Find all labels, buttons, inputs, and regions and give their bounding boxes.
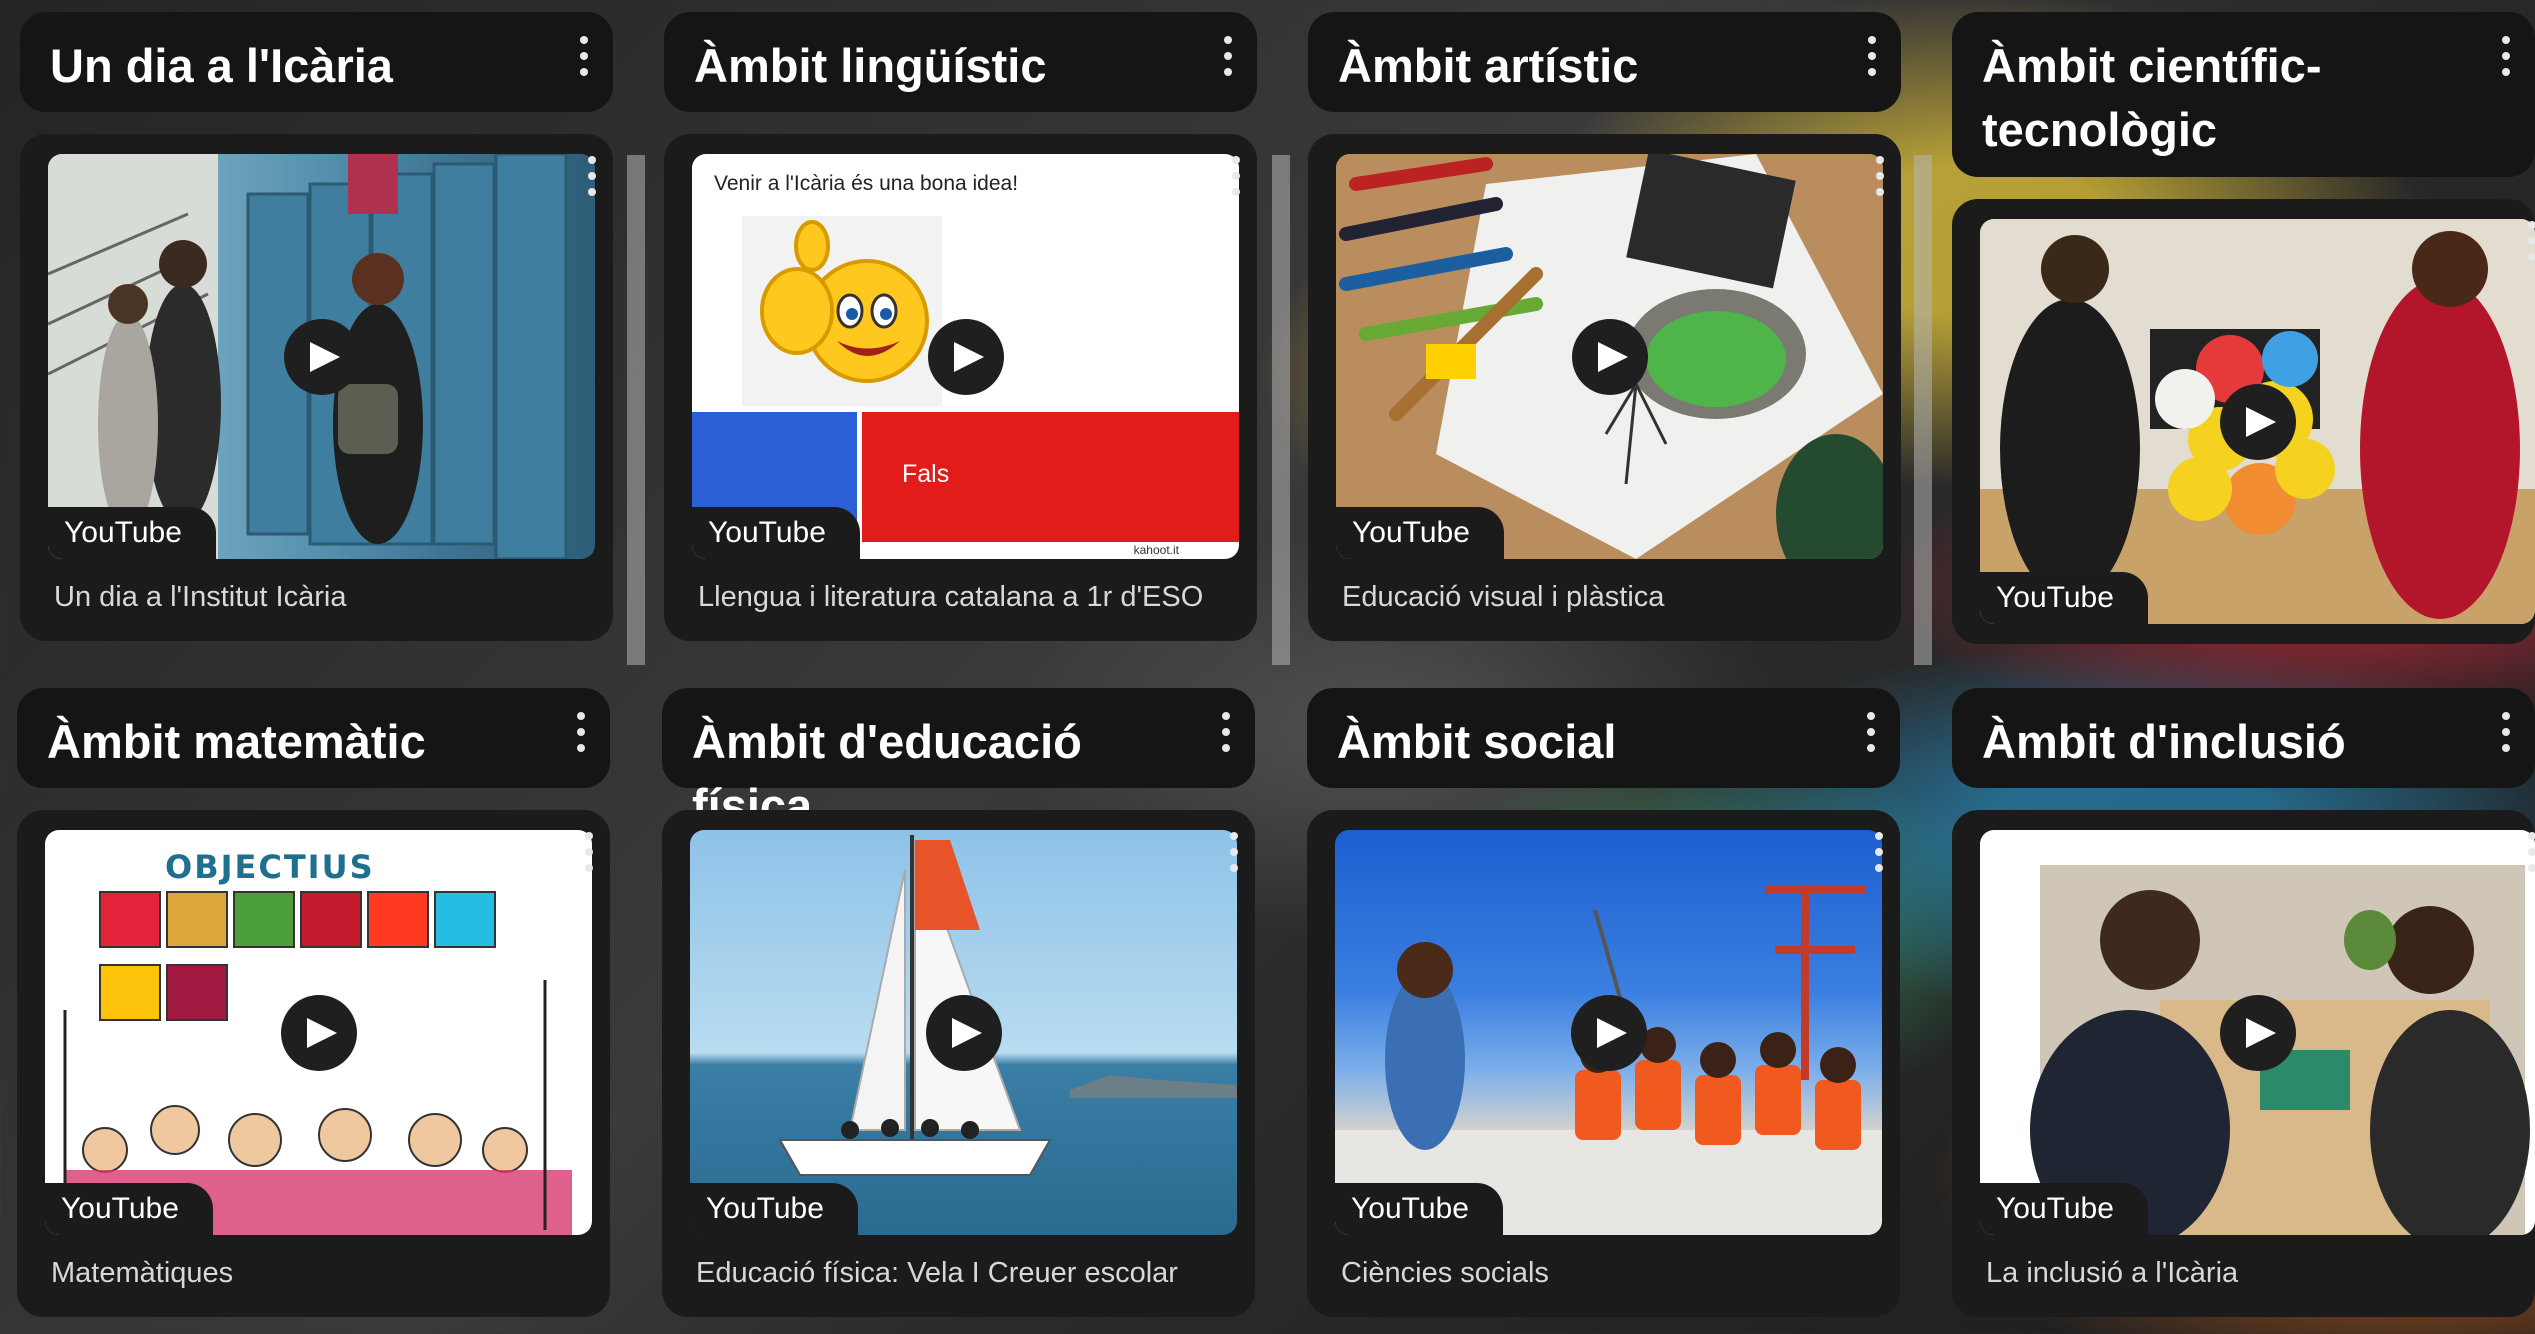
source-badge: YouTube — [690, 1183, 858, 1235]
kebab-menu-icon[interactable] — [2525, 221, 2535, 261]
section-social: Àmbit social YouTube Ciències socials — [1307, 688, 1900, 1317]
video-card[interactable]: YouTube La inclusió a l'Icària — [1952, 810, 2535, 1317]
kebab-menu-icon[interactable] — [1219, 712, 1233, 752]
video-thumbnail[interactable]: YouTube — [1336, 154, 1883, 559]
video-thumbnail[interactable]: YouTube — [1335, 830, 1882, 1235]
kebab-menu-icon[interactable] — [574, 712, 588, 752]
kebab-menu-icon[interactable] — [582, 832, 596, 872]
video-card[interactable]: YouTube — [1952, 199, 2535, 644]
play-icon[interactable] — [1571, 318, 1648, 395]
kebab-menu-icon[interactable] — [2525, 832, 2535, 872]
section-title: Àmbit científic-tecnològic — [1982, 39, 2322, 156]
section-title: Àmbit d'inclusió — [1982, 715, 2346, 768]
section-header: Àmbit d'educació física — [662, 688, 1255, 832]
play-icon[interactable] — [2219, 994, 2296, 1071]
kebab-menu-icon[interactable] — [1864, 712, 1878, 752]
section-header: Àmbit social — [1307, 688, 1900, 788]
section-linguistic: Àmbit lingüístic Venir a l'Icària és una… — [664, 12, 1257, 641]
source-badge: YouTube — [1980, 1183, 2148, 1235]
video-card[interactable]: YouTube Un dia a l'Institut Icària — [20, 134, 613, 641]
section-header: Àmbit lingüístic — [664, 12, 1257, 112]
video-card[interactable]: YouTube Educació física: Vela I Creuer e… — [662, 810, 1255, 1317]
play-icon[interactable] — [925, 994, 1002, 1071]
video-caption: La inclusió a l'Icària — [1986, 1257, 2239, 1289]
play-icon[interactable] — [280, 994, 357, 1071]
video-card[interactable]: YouTube Ciències socials — [1307, 810, 1900, 1317]
video-caption: Matemàtiques — [51, 1257, 234, 1289]
video-caption: Llengua i literatura catalana a 1r d'ESO — [698, 581, 1204, 613]
video-card[interactable]: OBJECTIUS YouTube Matemàtiques — [17, 810, 610, 1317]
video-thumbnail[interactable]: YouTube — [1980, 830, 2535, 1235]
section-header: Un dia a l'Icària — [20, 12, 613, 112]
section-educacio-fisica: Àmbit d'educació física YouTube Educació… — [662, 688, 1255, 1317]
section-matematic: Àmbit matemàtic OBJECTIUS YouTube Matemà… — [17, 688, 610, 1317]
kebab-menu-icon[interactable] — [2499, 712, 2513, 752]
padlet-board: Un dia a l'Icària YouTube Un dia a l'Ins… — [0, 0, 2535, 1334]
section-title: Àmbit artístic — [1338, 39, 1639, 92]
kebab-menu-icon[interactable] — [2499, 36, 2513, 76]
slide-header: Venir a l'Icària és una bona idea! — [714, 172, 1019, 195]
column-divider — [627, 155, 645, 665]
kebab-menu-icon[interactable] — [1873, 156, 1887, 196]
source-badge: YouTube — [48, 507, 216, 559]
section-un-dia: Un dia a l'Icària YouTube Un dia a l'Ins… — [20, 12, 613, 641]
thumbs-up-emoji — [760, 220, 929, 383]
source-badge: YouTube — [1336, 507, 1504, 559]
section-artistic: Àmbit artístic YouTube Educació visual i… — [1308, 12, 1901, 641]
kebab-menu-icon[interactable] — [577, 36, 591, 76]
section-header: Àmbit artístic — [1308, 12, 1901, 112]
section-header: Àmbit d'inclusió — [1952, 688, 2535, 788]
video-thumbnail[interactable]: YouTube — [690, 830, 1237, 1235]
kebab-menu-icon[interactable] — [1227, 832, 1241, 872]
video-caption: Un dia a l'Institut Icària — [54, 581, 347, 613]
kebab-menu-icon[interactable] — [1229, 156, 1243, 196]
play-icon[interactable] — [1570, 994, 1647, 1071]
answer-red: Fals — [862, 412, 1239, 542]
emoji-panel — [742, 216, 942, 406]
section-cientific: Àmbit científic-tecnològic YouTube — [1952, 12, 2535, 644]
slide-footer: kahoot.it — [1133, 543, 1179, 557]
section-inclusio: Àmbit d'inclusió YouTube La inclusió a l — [1952, 688, 2535, 1317]
play-icon[interactable] — [927, 318, 1004, 395]
video-caption: Educació visual i plàstica — [1342, 581, 1665, 613]
play-icon[interactable] — [2219, 383, 2296, 460]
source-badge: YouTube — [1335, 1183, 1503, 1235]
video-thumbnail[interactable]: YouTube — [1980, 219, 2535, 624]
kebab-menu-icon[interactable] — [1221, 36, 1235, 76]
answer-label: Fals — [902, 460, 950, 488]
section-title: Àmbit social — [1337, 715, 1617, 768]
kebab-menu-icon[interactable] — [1872, 832, 1886, 872]
kebab-menu-icon[interactable] — [585, 156, 599, 196]
column-divider — [1914, 155, 1932, 665]
section-title: Àmbit lingüístic — [694, 39, 1047, 92]
video-caption: Educació física: Vela I Creuer escolar — [696, 1257, 1178, 1289]
video-thumbnail[interactable]: OBJECTIUS YouTube — [45, 830, 592, 1235]
video-thumbnail[interactable]: Venir a l'Icària és una bona idea! Fals — [692, 154, 1239, 559]
section-title: Àmbit matemàtic — [47, 715, 426, 768]
source-badge: YouTube — [45, 1183, 213, 1235]
column-divider — [1272, 155, 1290, 665]
kebab-menu-icon[interactable] — [1865, 36, 1879, 76]
source-badge: YouTube — [692, 507, 860, 559]
source-badge: YouTube — [1980, 572, 2148, 624]
video-caption: Ciències socials — [1341, 1257, 1549, 1289]
section-header: Àmbit científic-tecnològic — [1952, 12, 2535, 177]
section-header: Àmbit matemàtic — [17, 688, 610, 788]
video-card[interactable]: YouTube Educació visual i plàstica — [1308, 134, 1901, 641]
section-title: Un dia a l'Icària — [50, 39, 393, 92]
video-card[interactable]: Venir a l'Icària és una bona idea! Fals — [664, 134, 1257, 641]
play-icon[interactable] — [283, 318, 360, 395]
video-thumbnail[interactable]: YouTube — [48, 154, 595, 559]
